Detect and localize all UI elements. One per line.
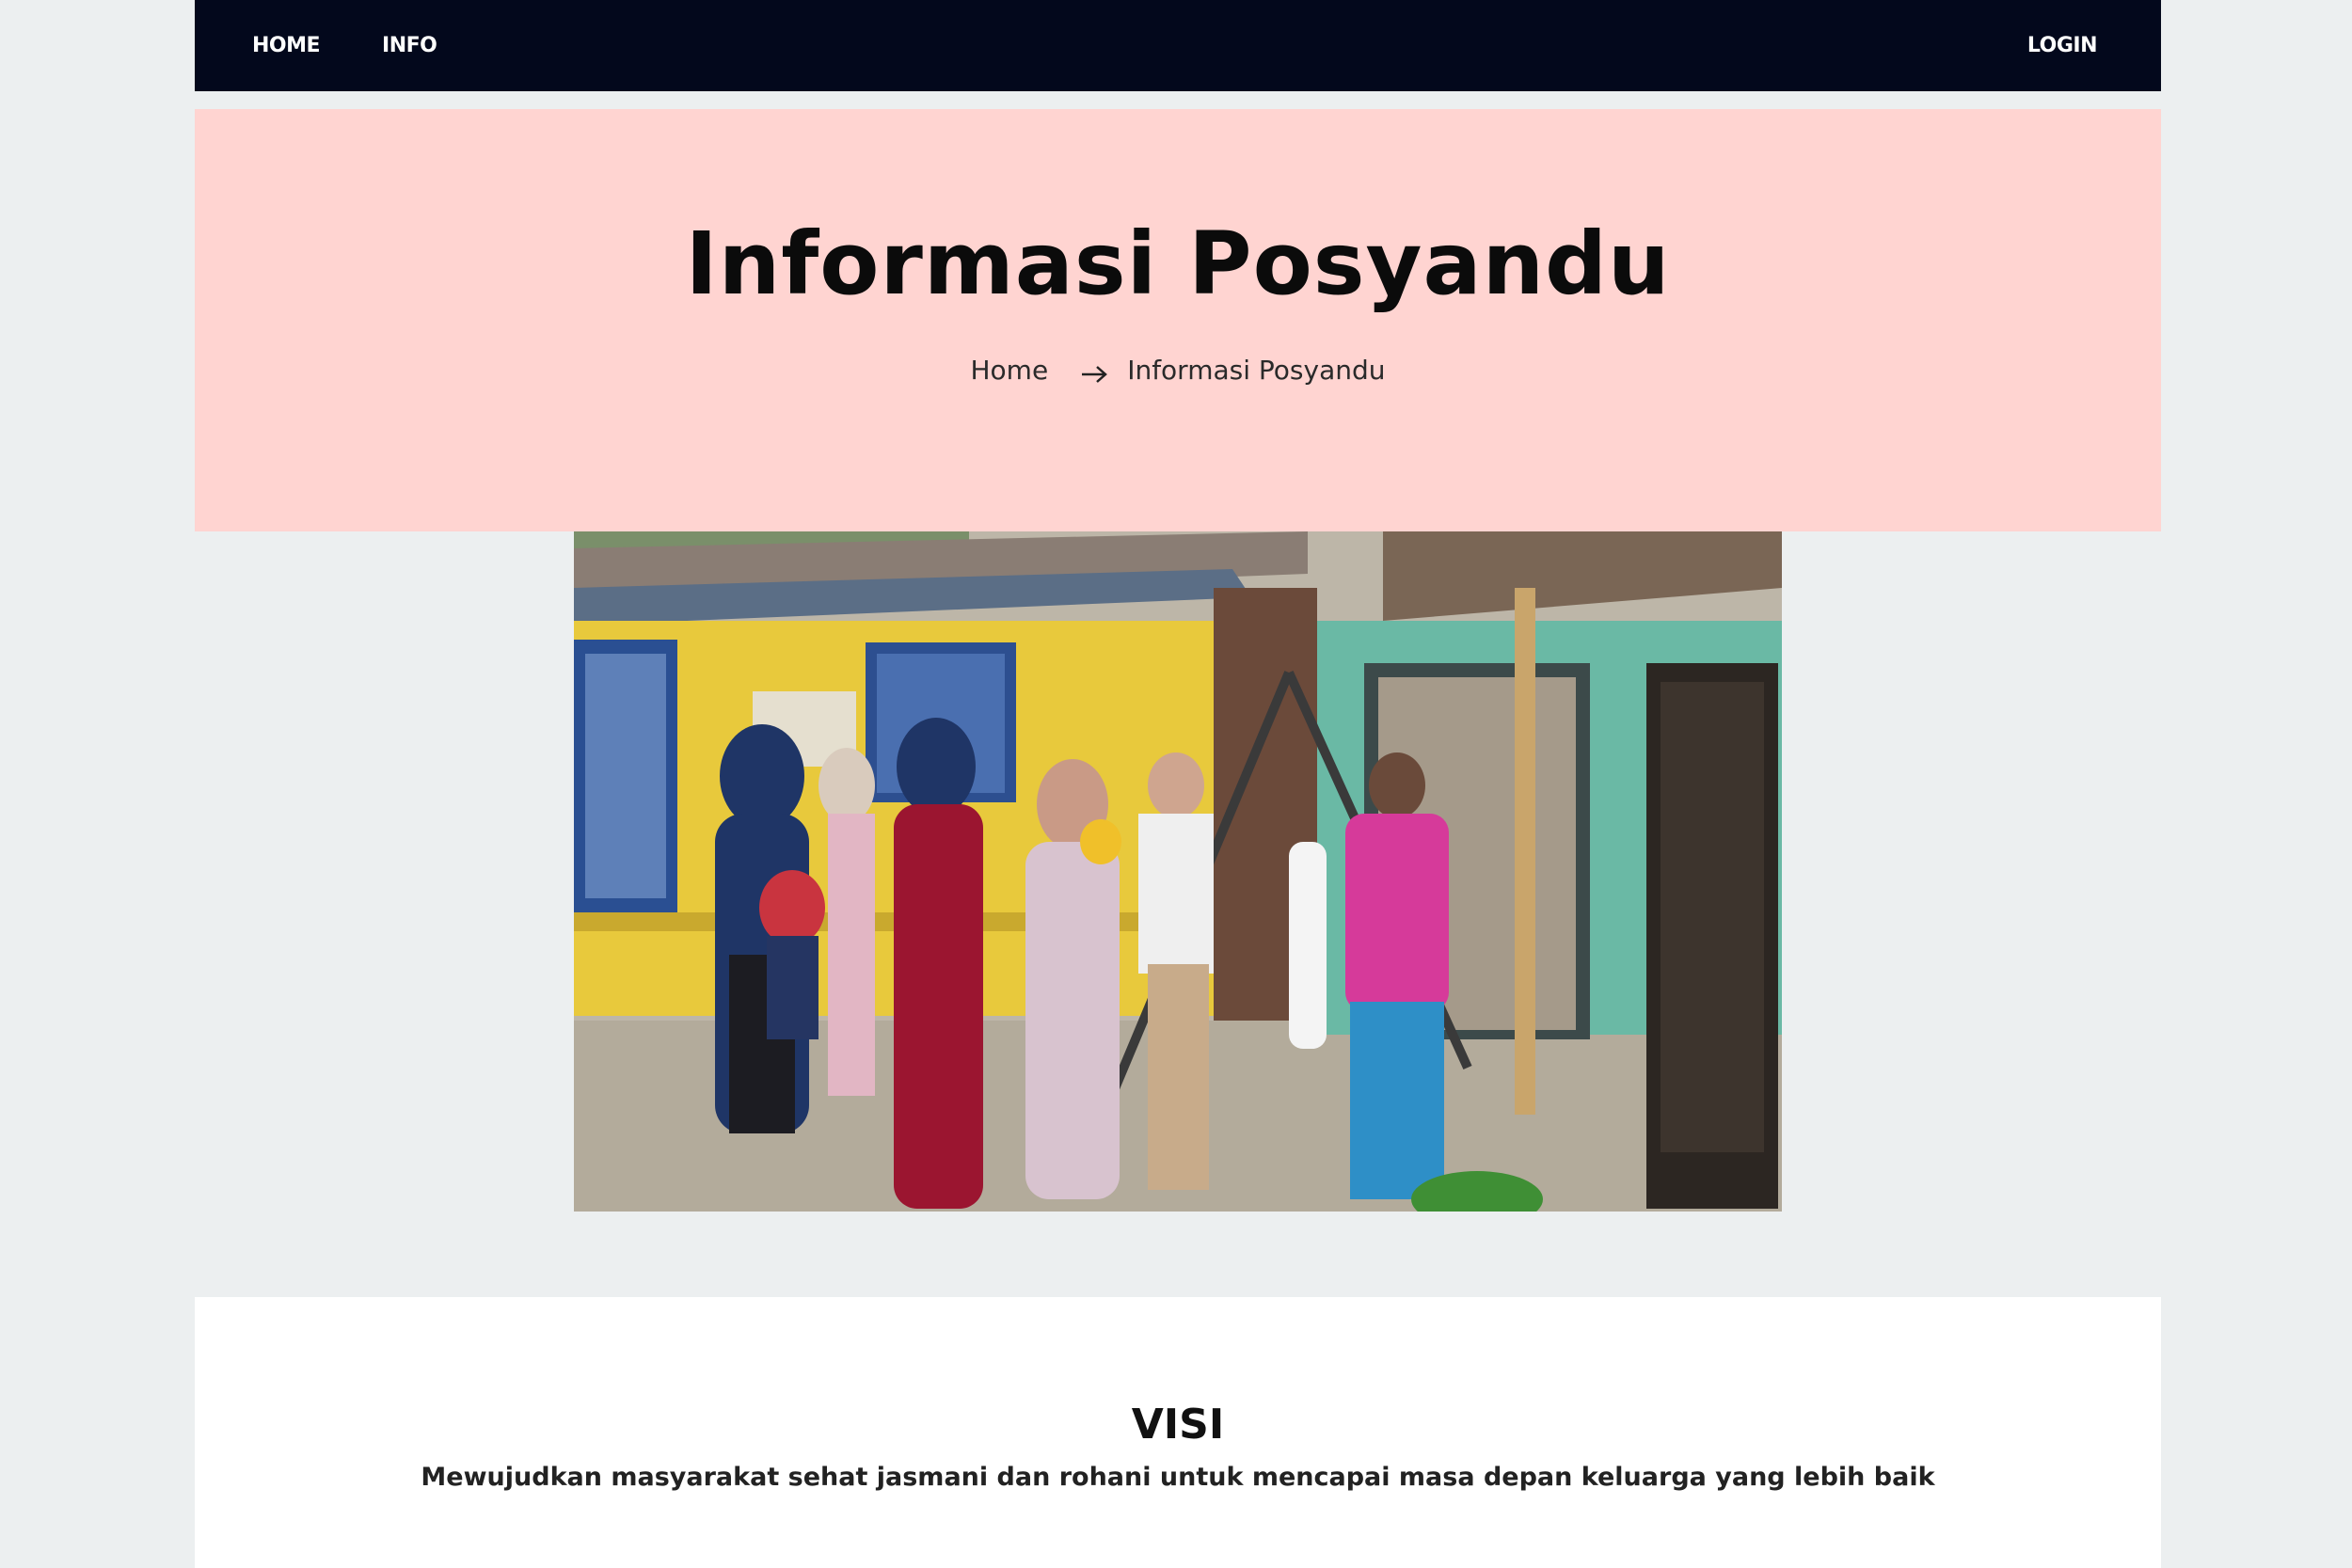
posyandu-group-photo bbox=[574, 531, 1782, 1212]
visi-title: VISI bbox=[1131, 1401, 1225, 1449]
breadcrumb-current: Informasi Posyandu bbox=[1127, 355, 1386, 386]
breadcrumb: Home Informasi Posyandu bbox=[195, 355, 2161, 386]
nav-info-link[interactable]: INFO bbox=[382, 34, 437, 57]
nav-login-link[interactable]: LOGIN bbox=[2027, 34, 2098, 57]
hero-banner: Informasi Posyandu Home Informasi Posyan… bbox=[195, 109, 2161, 531]
breadcrumb-home-link[interactable]: Home bbox=[971, 355, 1049, 386]
nav-home-link[interactable]: HOME bbox=[252, 34, 321, 57]
visi-text: Mewujudkan masyarakat sehat jasmani dan … bbox=[421, 1463, 1935, 1492]
arrow-right-icon bbox=[1080, 360, 1108, 383]
page-title: Informasi Posyandu bbox=[685, 214, 1671, 314]
top-navbar: HOME INFO LOGIN bbox=[195, 0, 2161, 91]
visi-section: VISI Mewujudkan masyarakat sehat jasmani… bbox=[195, 1297, 2161, 1568]
